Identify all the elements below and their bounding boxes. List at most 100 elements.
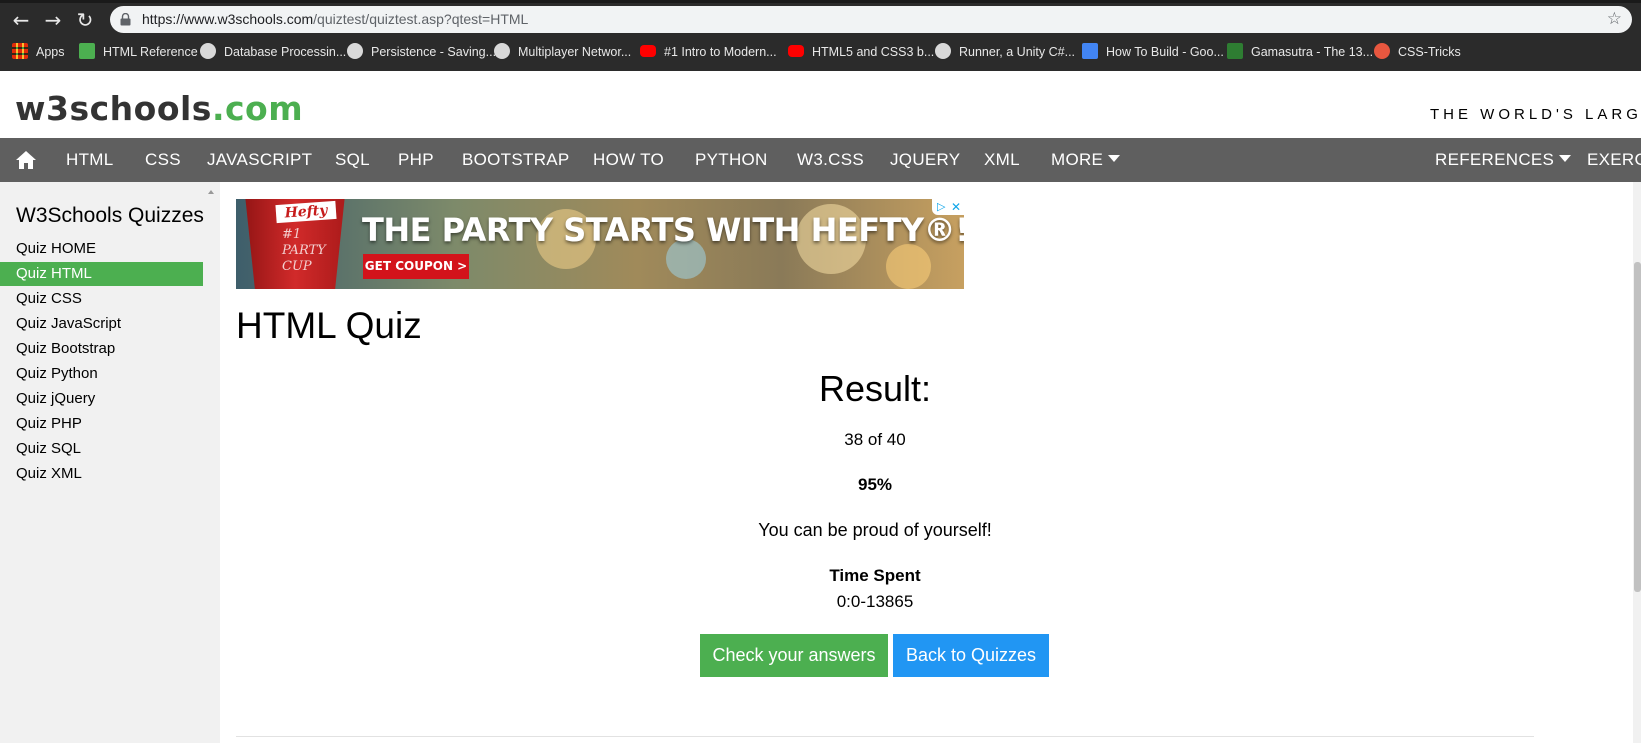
bookmark-label: HTML5 and CSS3 b...: [812, 45, 935, 59]
ad-cup-text: #1 PARTY CUP: [282, 227, 326, 274]
bookmark-item[interactable]: #1 Intro to Modern...: [640, 43, 777, 61]
youtube-icon: [788, 45, 804, 57]
divider: [236, 736, 1534, 737]
bookmarks-bar: Apps HTML Reference Database Processin... P…: [0, 39, 1641, 65]
nav-item-sql[interactable]: SQL: [335, 150, 370, 170]
nav-item-w3-css[interactable]: W3.CSS: [797, 150, 864, 170]
logo-tld: .com: [211, 89, 304, 128]
sidebar: W3Schools Quizzes Quiz HOME Quiz HTML Quiz…: [0, 182, 220, 743]
bookmark-label: Apps: [36, 45, 65, 59]
bookmark-item[interactable]: Runner, a Unity C#...: [935, 43, 1075, 61]
arrow-left-icon[interactable]: ←: [9, 8, 33, 32]
adchoices-play-icon: ▷: [937, 200, 946, 213]
time-spent-value: 0:0-13865: [836, 592, 914, 611]
bookmark-item[interactable]: Persistence - Saving...: [347, 43, 496, 61]
result-percent: 95%: [857, 475, 893, 494]
site-header: w3schools.com THE WORLD'S LARGES: [0, 71, 1641, 138]
ad-coupon-button[interactable]: GET COUPON >: [363, 254, 469, 279]
sidebar-scroll-up-icon[interactable]: [208, 190, 214, 194]
nav-item-label: CSS: [145, 150, 181, 169]
bookmark-label: Runner, a Unity C#...: [959, 45, 1076, 59]
nav-item-javascript[interactable]: JAVASCRIPT: [207, 150, 312, 170]
logo-main: w3schools: [15, 89, 212, 128]
address-bar[interactable]: https://www.w3schools.com/quiztest/quizt…: [110, 6, 1632, 33]
nav-item-label: HOW TO: [593, 150, 665, 169]
sidebar-item-quiz-bootstrap[interactable]: Quiz Bootstrap: [0, 337, 203, 361]
w3schools-logo[interactable]: w3schools.com: [15, 89, 303, 128]
bookmark-item[interactable]: How To Build - Goo...: [1082, 43, 1224, 61]
sidebar-item-quiz-css[interactable]: Quiz CSS: [0, 287, 203, 311]
bookmark-label: Gamasutra - The 13...: [1251, 45, 1374, 59]
star-icon[interactable]: ☆: [1607, 9, 1622, 29]
url-text[interactable]: https://www.w3schools.com/quiztest/quizt…: [142, 11, 528, 27]
nav-item-python[interactable]: PYTHON: [695, 150, 768, 170]
bookmark-item[interactable]: Database Processin...: [200, 43, 346, 61]
url-path: /quiztest/quiztest.asp?qtest=HTML: [313, 11, 529, 27]
adchoices-icon[interactable]: ▷ ✕: [932, 199, 964, 215]
bookmark-label: Multiplayer Networ...: [518, 45, 632, 59]
youtube-icon: [640, 45, 656, 57]
result-heading: Result:: [818, 368, 932, 409]
nav-item-css[interactable]: CSS: [145, 150, 181, 170]
result-score: 38 of 40: [844, 430, 906, 449]
nav-item-jquery[interactable]: JQUERY: [890, 150, 960, 170]
nav-item-php[interactable]: PHP: [398, 150, 434, 170]
unity-icon: [494, 43, 510, 59]
w3-icon: [79, 43, 95, 59]
lock-icon: [120, 13, 131, 26]
page-scrollbar[interactable]: [1633, 182, 1641, 743]
sidebar-item-quiz-jquery[interactable]: Quiz jQuery: [0, 387, 203, 411]
nav-references[interactable]: REFERENCES: [1435, 150, 1572, 170]
nav-item-label: MORE: [1051, 150, 1104, 169]
page-title: HTML Quiz: [236, 305, 422, 346]
bookmark-item[interactable]: Multiplayer Networ...: [494, 43, 631, 61]
nav-references-label: REFERENCES: [1435, 150, 1555, 169]
top-navigation: HTML CSS JAVASCRIPT SQL PHP BOOTSTRAP HOW TO PY…: [0, 138, 1641, 182]
browser-chrome: ← → ↻ https://www.w3schools.com/quiztest…: [0, 0, 1641, 71]
sidebar-item-quiz-php[interactable]: Quiz PHP: [0, 412, 203, 436]
chevron-down-icon: [1559, 155, 1572, 162]
sidebar-item-quiz-home[interactable]: Quiz HOME: [0, 237, 203, 261]
bookmark-item[interactable]: Apps: [12, 43, 65, 61]
chrome-top-edge: [0, 0, 1641, 3]
ad-banner[interactable]: Hefty #1 PARTY CUP THE PARTY STARTS WITH…: [236, 199, 964, 289]
nav-item-how-to[interactable]: HOW TO: [593, 150, 664, 170]
back-to-quizzes-button[interactable]: Back to Quizzes: [893, 634, 1049, 677]
nav-item-bootstrap[interactable]: BOOTSTRAP: [462, 150, 570, 170]
bookmark-label: HTML Reference: [103, 45, 198, 59]
nav-item-label: SQL: [335, 150, 370, 169]
db-icon: [200, 43, 216, 59]
nav-item-label: XML: [984, 150, 1020, 169]
nav-item-more[interactable]: MORE: [1051, 150, 1121, 170]
sidebar-item-quiz-html[interactable]: Quiz HTML: [0, 262, 203, 286]
ad-bokeh: [886, 244, 931, 289]
nav-item-label: PYTHON: [695, 150, 768, 169]
bookmark-item[interactable]: HTML5 and CSS3 b...: [788, 43, 934, 61]
bookmark-label: Database Processin...: [224, 45, 347, 59]
globe-icon: [347, 43, 363, 59]
sidebar-item-quiz-python[interactable]: Quiz Python: [0, 362, 203, 386]
bookmark-item[interactable]: HTML Reference: [79, 43, 198, 61]
home-icon[interactable]: [15, 150, 37, 170]
check-answers-button[interactable]: Check your answers: [700, 634, 888, 677]
scrollbar-thumb[interactable]: [1634, 262, 1641, 592]
nav-item-html[interactable]: HTML: [66, 150, 113, 170]
site-tagline: THE WORLD'S LARGES: [1430, 106, 1641, 123]
arrow-right-icon[interactable]: →: [41, 8, 65, 32]
sidebar-item-quiz-javascript[interactable]: Quiz JavaScript: [0, 312, 203, 336]
reload-icon[interactable]: ↻: [73, 8, 97, 32]
url-host: https://www.w3schools.com: [142, 11, 314, 27]
nav-item-xml[interactable]: XML: [984, 150, 1020, 170]
css-tricks-icon: [1374, 43, 1390, 59]
sidebar-item-quiz-sql[interactable]: Quiz SQL: [0, 437, 203, 461]
bookmark-item[interactable]: CSS-Tricks: [1374, 43, 1461, 61]
bookmark-label: CSS-Tricks: [1398, 45, 1461, 59]
ad-headline: THE PARTY STARTS WITH HEFTY®!: [362, 211, 964, 249]
nav-item-label: W3.CSS: [797, 150, 864, 169]
nav-item-label: JAVASCRIPT: [207, 150, 313, 169]
bookmark-label: #1 Intro to Modern...: [664, 45, 777, 59]
sidebar-item-quiz-xml[interactable]: Quiz XML: [0, 462, 203, 486]
bookmark-item[interactable]: Gamasutra - The 13...: [1227, 43, 1373, 61]
adchoices-close-icon: ✕: [951, 200, 962, 214]
nav-exercises[interactable]: EXERCI: [1587, 150, 1641, 170]
